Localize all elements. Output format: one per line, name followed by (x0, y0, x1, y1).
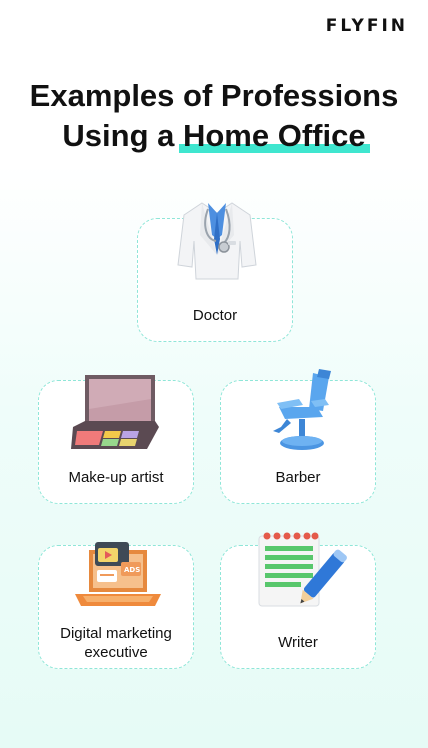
profession-card-writer: Writer (220, 532, 376, 669)
profession-label-makeup-artist: Make-up artist (68, 469, 164, 486)
barber-chair-icon (273, 369, 331, 450)
title-line-2-prefix: Using a (62, 118, 183, 153)
svg-text:ADS: ADS (124, 566, 140, 574)
title-highlight-text: Home Office (182, 118, 366, 153)
profession-label-barber: Barber (275, 469, 321, 486)
doctor-coat-icon (177, 202, 257, 280)
makeup-palette-icon (71, 375, 159, 449)
title-line-2: Using a Home Office (0, 116, 428, 156)
page-title: Examples of Professions Using a Home Off… (0, 76, 428, 156)
notepad-pencil-icon (258, 532, 347, 607)
laptop-marketing-icon: ADS (75, 542, 161, 606)
flyfin-logo: FLYFIN (325, 16, 408, 36)
title-line-1: Examples of Professions (29, 78, 399, 113)
profession-card-doctor: Doctor (137, 202, 293, 342)
profession-card-barber: Barber (220, 369, 376, 504)
profession-card-digital-marketing: ADS Digital marketing executive (38, 542, 194, 669)
profession-card-makeup-artist: Make-up artist (38, 375, 194, 504)
profession-label-doctor: Doctor (192, 307, 238, 324)
title-highlight: Home Office (178, 116, 370, 156)
profession-label-writer: Writer (278, 634, 318, 651)
profession-label-digital-marketing: Digital marketing executive (60, 625, 172, 661)
